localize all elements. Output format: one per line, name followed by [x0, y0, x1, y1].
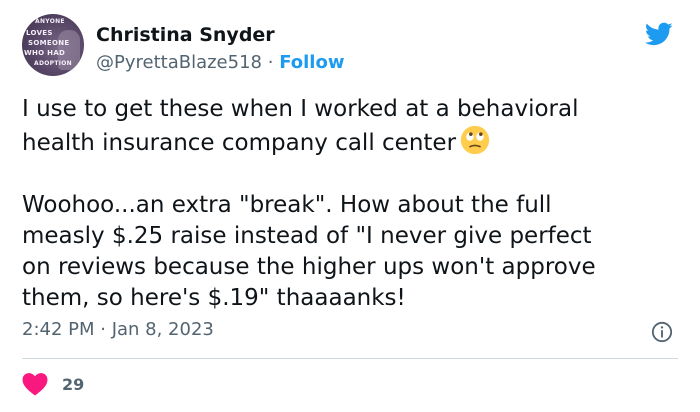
- tweet-paragraph-2: Woohoo...an extra "break". How about the…: [22, 192, 596, 311]
- tweet-timestamp[interactable]: 2:42 PM · Jan 8, 2023: [22, 319, 214, 340]
- twitter-bird-icon[interactable]: [643, 20, 675, 48]
- avatar-text-1: ANYONE: [35, 18, 65, 25]
- tweet-body: I use to get these when I worked at a be…: [22, 94, 682, 314]
- heart-icon[interactable]: [22, 372, 48, 396]
- face-with-rolling-eyes-icon: [460, 125, 490, 155]
- info-icon[interactable]: [651, 321, 673, 343]
- tweet-paragraph-1-text: I use to get these when I worked at a be…: [22, 96, 579, 156]
- follow-button[interactable]: Follow: [279, 52, 344, 73]
- avatar-text-4: WHO HAD: [24, 49, 66, 57]
- avatar[interactable]: ANYONE LOVES SOMEONE WHO HAD ADOPTION: [22, 14, 84, 76]
- divider: [22, 358, 678, 359]
- avatar-text-3: SOMEONE: [28, 39, 70, 47]
- author-handle-row: @PyrettaBlaze518 · Follow: [96, 52, 344, 73]
- like-count: 29: [62, 374, 85, 394]
- author-name[interactable]: Christina Snyder: [96, 24, 275, 46]
- tweet-paragraph-1: I use to get these when I worked at a be…: [22, 94, 682, 159]
- avatar-text-5: ADOPTION: [34, 60, 72, 67]
- like-action[interactable]: 29: [22, 372, 84, 396]
- separator-dot: ·: [267, 52, 274, 73]
- author-handle[interactable]: @PyrettaBlaze518: [96, 52, 262, 73]
- avatar-text-2: LOVES: [26, 29, 53, 37]
